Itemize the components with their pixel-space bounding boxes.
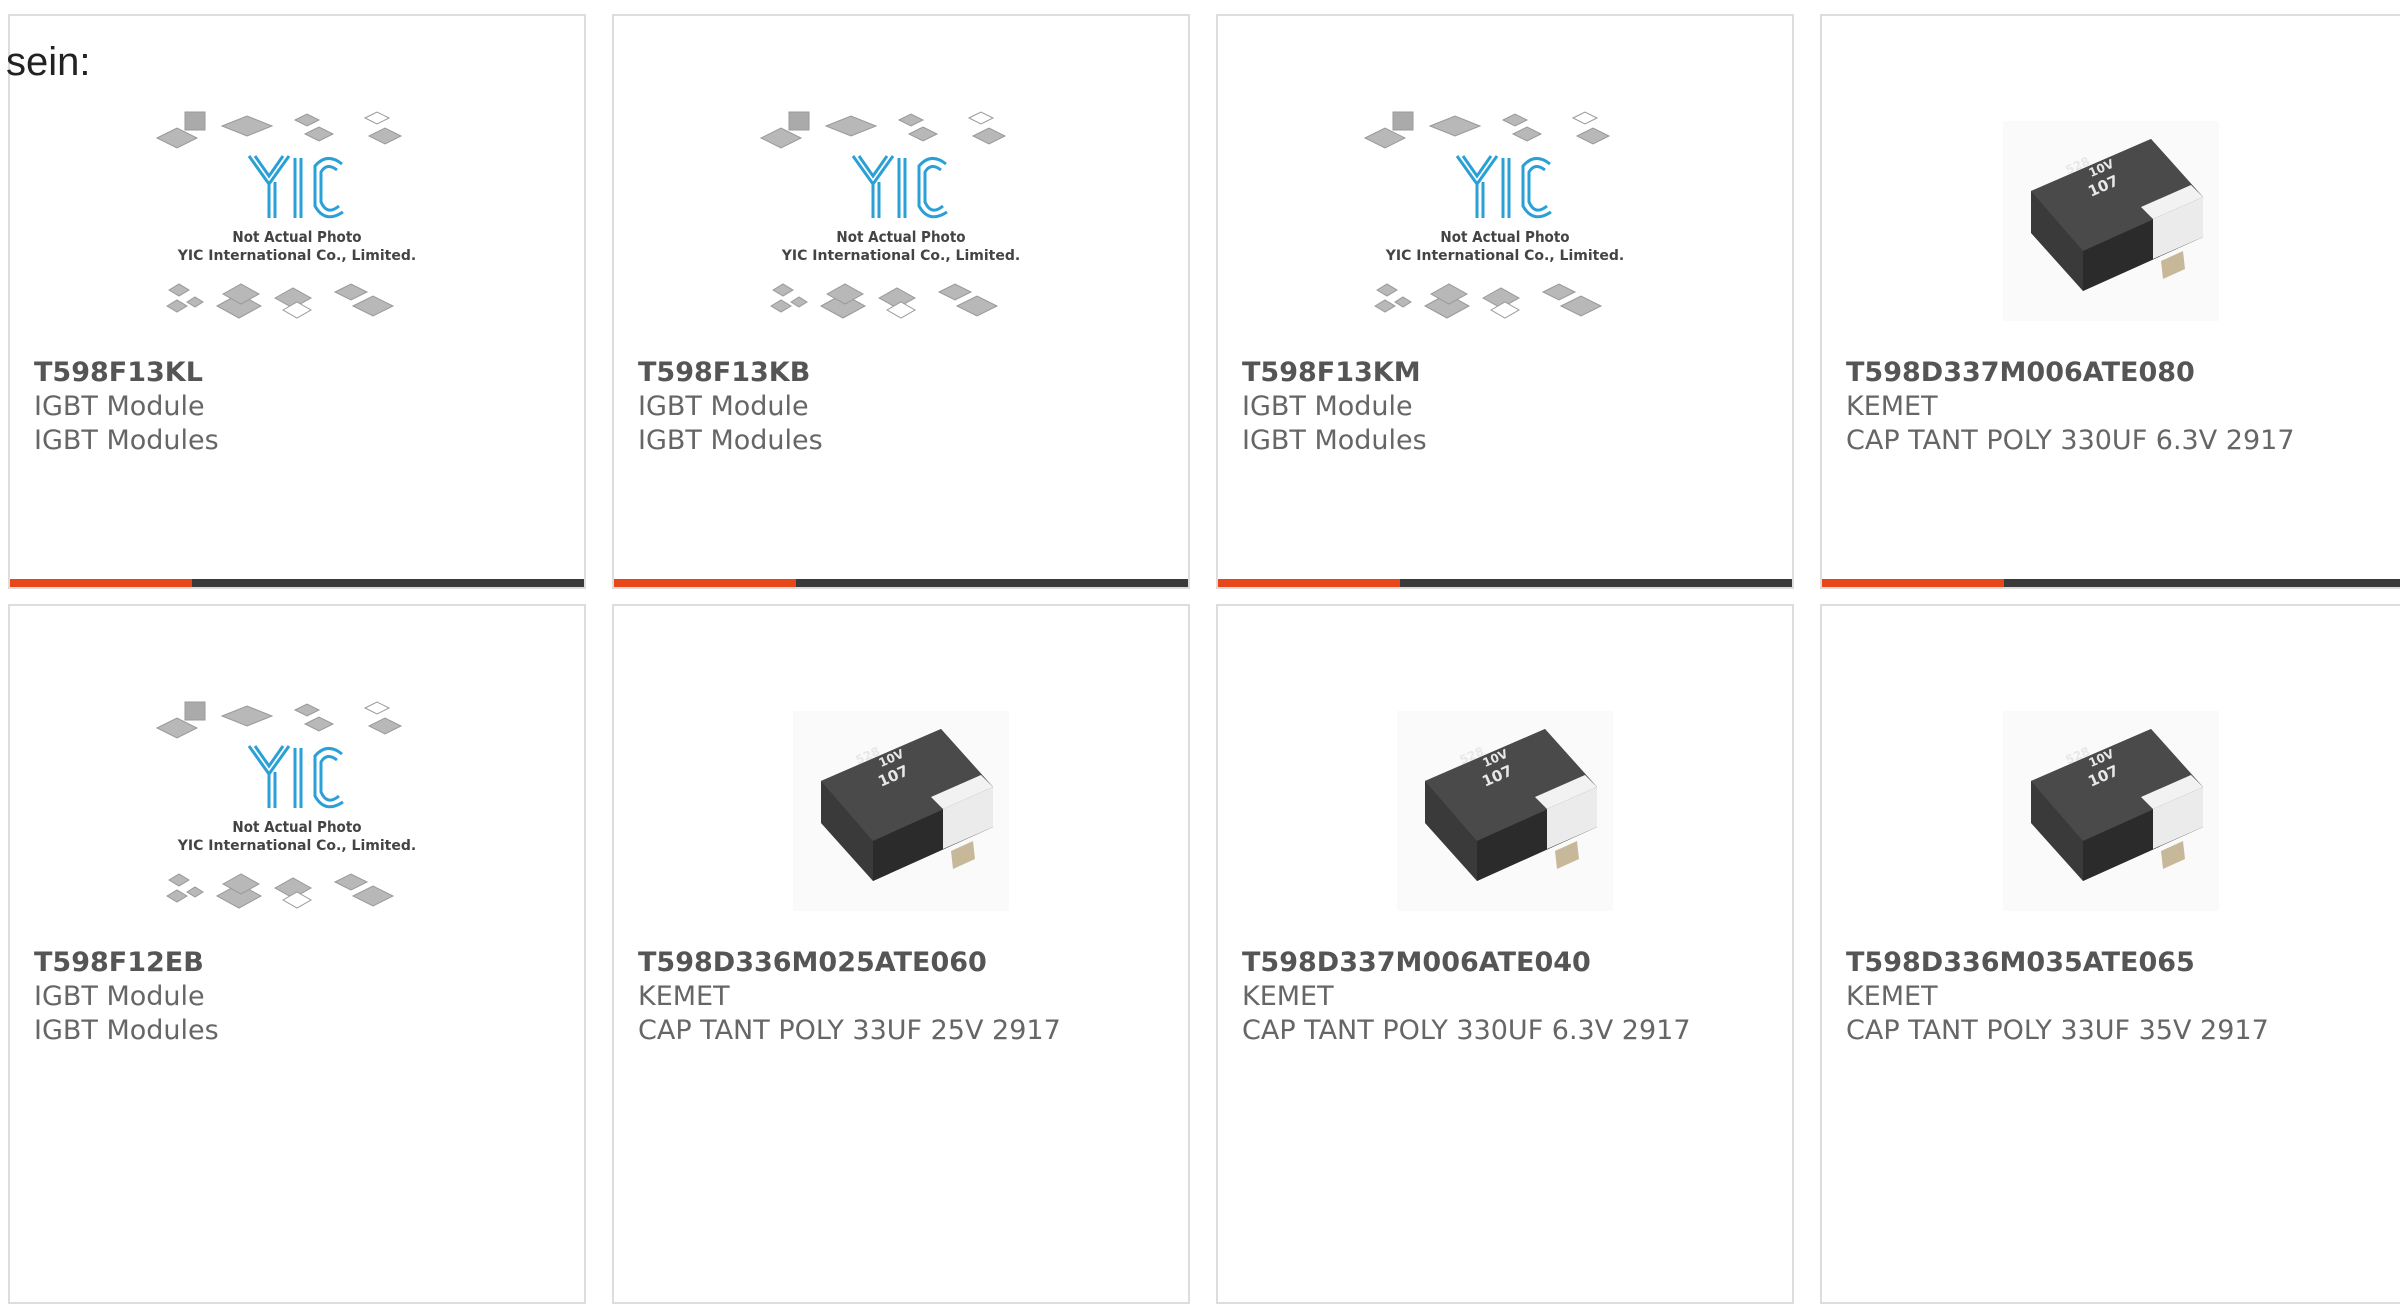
card-bottom-bar: [10, 579, 584, 587]
description: CAP TANT POLY 33UF 25V 2917: [638, 1015, 1061, 1046]
svg-text:YIC International Co., Limited: YIC International Co., Limited.: [781, 248, 1020, 264]
part-number[interactable]: T598F12EB: [34, 946, 574, 980]
product-card[interactable]: 107 10V 528 T598D336M035ATE065 KEMET CAP…: [1820, 604, 2400, 1304]
part-number[interactable]: T598F13KM: [1242, 356, 1782, 390]
description: CAP TANT POLY 33UF 35V 2917: [1846, 1015, 2269, 1046]
product-image-capacitor: 107 10V 528: [614, 701, 1188, 941]
intro-text: sein:: [6, 40, 91, 84]
product-image-placeholder: Not Actual Photo YIC International Co., …: [1218, 106, 1792, 346]
part-number[interactable]: T598F13KB: [638, 356, 1178, 390]
manufacturer: IGBT Module: [34, 981, 205, 1012]
part-number[interactable]: T598D337M006ATE080: [1846, 356, 2398, 390]
product-card[interactable]: 107 10V 528 T598D337M006ATE080 KEMET CAP…: [1820, 14, 2400, 589]
svg-text:YIC International Co., Limited: YIC International Co., Limited.: [177, 248, 416, 264]
svg-text:Not Actual Photo: Not Actual Photo: [1440, 228, 1569, 246]
description: IGBT Modules: [34, 1015, 219, 1046]
product-card[interactable]: Not Actual Photo YIC International Co., …: [612, 14, 1190, 589]
product-card[interactable]: Not Actual Photo YIC International Co., …: [8, 604, 586, 1304]
card-bottom-bar: [614, 579, 1188, 587]
description: CAP TANT POLY 330UF 6.3V 2917: [1242, 1015, 1691, 1046]
product-image-placeholder: Not Actual Photo YIC International Co., …: [10, 106, 584, 346]
product-image-placeholder: Not Actual Photo YIC International Co., …: [614, 106, 1188, 346]
svg-text:Not Actual Photo: Not Actual Photo: [836, 228, 965, 246]
svg-text:Not Actual Photo: Not Actual Photo: [232, 818, 361, 836]
description: CAP TANT POLY 330UF 6.3V 2917: [1846, 425, 2295, 456]
svg-text:YIC International Co., Limited: YIC International Co., Limited.: [1385, 248, 1624, 264]
part-number[interactable]: T598D336M025ATE060: [638, 946, 1178, 980]
manufacturer: KEMET: [1846, 981, 1938, 1012]
description: IGBT Modules: [638, 425, 823, 456]
product-image-capacitor: 107 10V 528: [1218, 701, 1792, 941]
product-card[interactable]: Not Actual Photo YIC International Co., …: [8, 14, 586, 589]
part-number[interactable]: T598D337M006ATE040: [1242, 946, 1782, 980]
product-image-capacitor: 107 10V 528: [1822, 111, 2400, 351]
manufacturer: IGBT Module: [34, 391, 205, 422]
product-card[interactable]: 107 10V 528 T598D336M025ATE060 KEMET CAP…: [612, 604, 1190, 1304]
svg-text:Not Actual Photo: Not Actual Photo: [232, 228, 361, 246]
manufacturer: KEMET: [1242, 981, 1334, 1012]
description: IGBT Modules: [1242, 425, 1427, 456]
card-bottom-bar: [1822, 579, 2400, 587]
part-number[interactable]: T598D336M035ATE065: [1846, 946, 2398, 980]
manufacturer: KEMET: [638, 981, 730, 1012]
description: IGBT Modules: [34, 425, 219, 456]
manufacturer: IGBT Module: [1242, 391, 1413, 422]
product-card[interactable]: 107 10V 528 T598D337M006ATE040 KEMET CAP…: [1216, 604, 1794, 1304]
product-image-capacitor: 107 10V 528: [1822, 701, 2400, 941]
card-bottom-bar: [1218, 579, 1792, 587]
svg-text:YIC International Co., Limited: YIC International Co., Limited.: [177, 838, 416, 854]
manufacturer: KEMET: [1846, 391, 1938, 422]
product-card[interactable]: Not Actual Photo YIC International Co., …: [1216, 14, 1794, 589]
part-number[interactable]: T598F13KL: [34, 356, 574, 390]
product-image-placeholder: Not Actual Photo YIC International Co., …: [10, 696, 584, 936]
manufacturer: IGBT Module: [638, 391, 809, 422]
